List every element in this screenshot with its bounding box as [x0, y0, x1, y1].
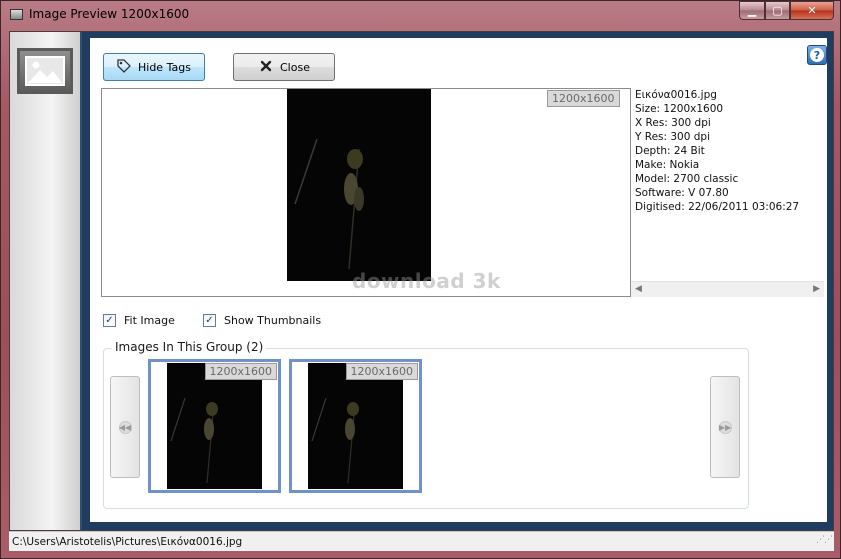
app-window: Image Preview 1200x1600 ▁ ▢ ✕ Hide Tags … — [0, 0, 841, 559]
thumbnail-item[interactable]: 1200x1600 — [289, 359, 422, 493]
info-model: Model: 2700 classic — [635, 173, 739, 185]
previous-button[interactable]: ◀◀ — [110, 376, 140, 478]
scroll-right-icon[interactable]: ▶ — [813, 284, 820, 294]
title-bar[interactable]: Image Preview 1200x1600 ▁ ▢ ✕ — [1, 1, 840, 31]
group-title: Images In This Group (2) — [112, 340, 267, 354]
hide-tags-label: Hide Tags — [138, 60, 191, 74]
left-sidebar — [10, 32, 82, 530]
help-icon: ? — [810, 48, 824, 62]
thumbnail-photo — [308, 363, 403, 489]
fit-image-checkbox[interactable]: ✓ — [103, 314, 116, 327]
minimize-button[interactable]: ▁ — [739, 1, 765, 20]
info-size: Size: 1200x1600 — [635, 103, 724, 115]
caption-buttons: ▁ ▢ ✕ — [739, 1, 834, 21]
info-filename: Εικόνα0016.jpg — [635, 89, 717, 101]
resize-grip-icon[interactable]: ⋰⋰ — [816, 530, 833, 550]
image-info-panel: Εικόνα0016.jpg Size: 1200x1600 X Res: 30… — [635, 88, 825, 284]
close-window-button[interactable]: ✕ — [790, 1, 834, 20]
thumbnail-photo — [167, 363, 262, 489]
fit-image-option[interactable]: ✓ Fit Image — [103, 314, 175, 327]
picture-icon — [17, 48, 73, 94]
resolution-badge: 1200x1600 — [547, 90, 620, 107]
watermark-logo: download 3k — [352, 269, 501, 293]
show-thumbnails-label: Show Thumbnails — [224, 314, 322, 327]
image-preview[interactable]: 1200x1600 download 3k — [101, 88, 631, 297]
help-button[interactable]: ? — [807, 45, 827, 65]
thumbnail-badge: 1200x1600 — [345, 363, 418, 380]
preview-photo — [287, 89, 431, 281]
status-file-path: C:\Users\Aristotelis\Pictures\Εικόνα0016… — [12, 536, 243, 548]
info-make: Make: Nokia — [635, 159, 700, 171]
show-thumbnails-checkbox[interactable]: ✓ — [203, 314, 216, 327]
show-thumbnails-option[interactable]: ✓ Show Thumbnails — [203, 314, 321, 327]
images-group: Images In This Group (2) ◀◀ 1200x1600 12… — [103, 340, 749, 509]
thumbnail-badge: 1200x1600 — [204, 363, 277, 380]
scroll-left-icon[interactable]: ◀ — [635, 284, 642, 294]
client-area: Hide Tags Close ? 1200x1600 download 3k … — [9, 31, 834, 531]
tag-icon — [116, 58, 132, 77]
main-panel: Hide Tags Close ? 1200x1600 download 3k … — [90, 38, 827, 522]
next-button[interactable]: ▶▶ — [710, 376, 740, 478]
close-button[interactable]: Close — [233, 53, 335, 81]
window-icon — [10, 9, 23, 20]
info-yres: Y Res: 300 dpi — [635, 131, 711, 143]
info-digitised: Digitised: 22/06/2011 03:06:27 — [635, 201, 800, 213]
maximize-button[interactable]: ▢ — [765, 1, 790, 20]
rewind-icon: ◀◀ — [118, 420, 132, 434]
close-icon — [260, 60, 272, 75]
info-software: Software: V 07.80 — [635, 187, 729, 199]
status-bar: C:\Users\Aristotelis\Pictures\Εικόνα0016… — [9, 531, 834, 551]
thumbnail-item[interactable]: 1200x1600 — [148, 359, 281, 493]
info-depth: Depth: 24 Bit — [635, 145, 705, 157]
window-title: Image Preview 1200x1600 — [29, 7, 190, 21]
close-label: Close — [280, 60, 310, 74]
info-xres: X Res: 300 dpi — [635, 117, 711, 129]
fit-image-label: Fit Image — [124, 314, 175, 327]
info-horizontal-scrollbar[interactable]: ◀ ▶ — [631, 281, 824, 297]
fast-forward-icon: ▶▶ — [718, 420, 732, 434]
hide-tags-button[interactable]: Hide Tags — [103, 53, 205, 81]
